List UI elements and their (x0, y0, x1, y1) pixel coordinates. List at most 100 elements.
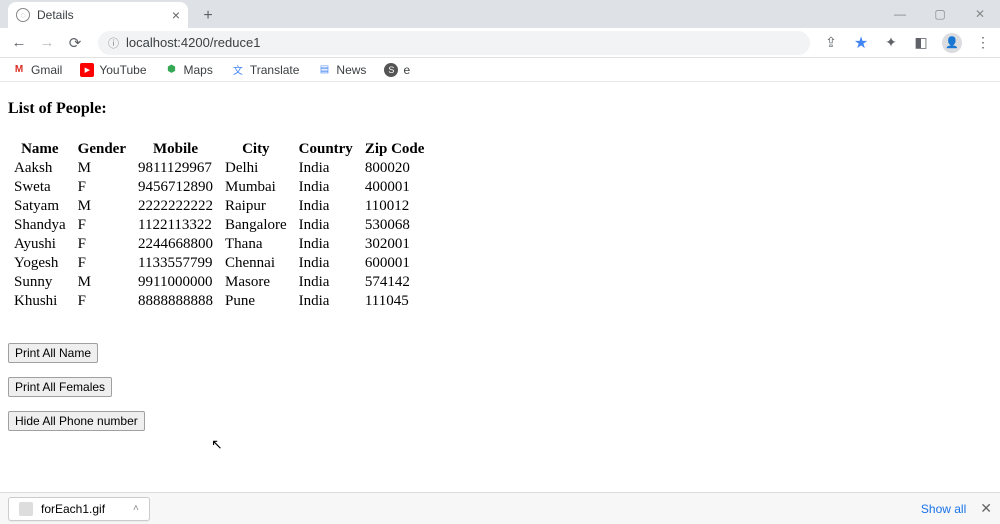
page-title: List of People: (8, 100, 992, 118)
cell-city: Raipur (219, 197, 293, 216)
cell-zip: 111045 (359, 292, 431, 311)
show-all-link[interactable]: Show all (921, 502, 966, 516)
people-table: Name Gender Mobile City Country Zip Code… (8, 140, 430, 311)
cell-name: Ayushi (8, 235, 72, 254)
cell-name: Sweta (8, 178, 72, 197)
address-bar[interactable]: ⓘ localhost:4200/reduce1 (98, 31, 810, 55)
col-gender: Gender (72, 140, 132, 159)
bookmark-star-icon[interactable]: ★ (852, 34, 870, 52)
reload-button[interactable]: ⟳ (64, 32, 86, 54)
side-panel-icon[interactable]: ◧ (912, 34, 930, 52)
cell-gender: F (72, 292, 132, 311)
col-zip: Zip Code (359, 140, 431, 159)
cell-city: Bangalore (219, 216, 293, 235)
gmail-icon: M (12, 63, 26, 77)
cell-city: Thana (219, 235, 293, 254)
minimize-button[interactable]: — (880, 0, 920, 28)
cell-country: India (293, 254, 359, 273)
hide-all-phone-button[interactable]: Hide All Phone number (8, 411, 145, 431)
cell-zip: 600001 (359, 254, 431, 273)
cell-city: Delhi (219, 159, 293, 178)
maximize-button[interactable]: ▢ (920, 0, 960, 28)
cell-zip: 302001 (359, 235, 431, 254)
cell-country: India (293, 197, 359, 216)
cell-gender: F (72, 235, 132, 254)
print-all-females-button[interactable]: Print All Females (8, 377, 112, 397)
close-icon[interactable]: ✕ (980, 500, 992, 517)
cell-country: India (293, 273, 359, 292)
bookmark-gmail[interactable]: M Gmail (12, 63, 62, 77)
url-text: localhost:4200/reduce1 (126, 35, 260, 50)
table-row: SwetaF9456712890MumbaiIndia400001 (8, 178, 430, 197)
cell-mobile: 9911000000 (132, 273, 219, 292)
new-tab-button[interactable]: + (196, 4, 220, 28)
extensions-icon[interactable]: ✦ (882, 34, 900, 52)
cell-name: Satyam (8, 197, 72, 216)
maps-icon: ⬢ (165, 63, 179, 77)
bookmark-translate[interactable]: 文 Translate (231, 63, 300, 77)
download-filename: forEach1.gif (41, 502, 105, 516)
print-all-name-button[interactable]: Print All Name (8, 343, 98, 363)
profile-avatar-icon[interactable]: 👤 (942, 33, 962, 53)
bookmark-label: Maps (184, 63, 213, 77)
bookmark-label: e (403, 63, 410, 77)
youtube-icon: ▶ (80, 63, 94, 77)
browser-tab[interactable]: ◌ Details × (8, 2, 188, 28)
cell-zip: 110012 (359, 197, 431, 216)
table-row: AakshM9811129967DelhiIndia800020 (8, 159, 430, 178)
tab-strip: ◌ Details × + — ▢ ✕ (0, 0, 1000, 28)
table-header-row: Name Gender Mobile City Country Zip Code (8, 140, 430, 159)
table-row: YogeshF1133557799ChennaiIndia600001 (8, 254, 430, 273)
cell-country: India (293, 216, 359, 235)
cell-city: Mumbai (219, 178, 293, 197)
bookmark-label: Translate (250, 63, 300, 77)
cell-gender: M (72, 197, 132, 216)
translate-icon: 文 (231, 63, 245, 77)
table-row: ShandyaF1122113322BangaloreIndia530068 (8, 216, 430, 235)
cell-zip: 530068 (359, 216, 431, 235)
back-button[interactable]: ← (8, 32, 30, 54)
cell-name: Yogesh (8, 254, 72, 273)
bookmark-maps[interactable]: ⬢ Maps (165, 63, 213, 77)
bookmark-e[interactable]: S e (384, 63, 410, 77)
cell-zip: 800020 (359, 159, 431, 178)
col-city: City (219, 140, 293, 159)
col-country: Country (293, 140, 359, 159)
table-row: KhushiF8888888888PuneIndia111045 (8, 292, 430, 311)
news-icon: ▤ (317, 63, 331, 77)
cell-mobile: 2222222222 (132, 197, 219, 216)
bookmark-label: Gmail (31, 63, 62, 77)
col-mobile: Mobile (132, 140, 219, 159)
cell-country: India (293, 292, 359, 311)
window-controls: — ▢ ✕ (880, 0, 1000, 28)
col-name: Name (8, 140, 72, 159)
cell-mobile: 1133557799 (132, 254, 219, 273)
cell-gender: M (72, 159, 132, 178)
cell-gender: F (72, 254, 132, 273)
table-row: SunnyM9911000000MasoreIndia574142 (8, 273, 430, 292)
close-window-button[interactable]: ✕ (960, 0, 1000, 28)
chevron-up-icon[interactable]: ˄ (133, 503, 139, 514)
downloads-bar: forEach1.gif ˄ Show all ✕ (0, 492, 1000, 524)
cell-mobile: 8888888888 (132, 292, 219, 311)
menu-icon[interactable]: ⋮ (974, 34, 992, 52)
globe-icon: ◌ (16, 8, 30, 22)
cell-city: Chennai (219, 254, 293, 273)
cell-mobile: 2244668800 (132, 235, 219, 254)
cell-country: India (293, 235, 359, 254)
close-icon[interactable]: × (172, 7, 180, 23)
forward-button[interactable]: → (36, 32, 58, 54)
cell-country: India (293, 178, 359, 197)
globe-icon: S (384, 63, 398, 77)
bookmark-label: YouTube (99, 63, 146, 77)
bookmarks-bar: M Gmail ▶ YouTube ⬢ Maps 文 Translate ▤ N… (0, 58, 1000, 82)
cell-zip: 400001 (359, 178, 431, 197)
bookmark-youtube[interactable]: ▶ YouTube (80, 63, 146, 77)
bookmark-news[interactable]: ▤ News (317, 63, 366, 77)
cell-gender: F (72, 216, 132, 235)
share-icon[interactable]: ⇪ (822, 34, 840, 52)
page-content: List of People: Name Gender Mobile City … (0, 82, 1000, 449)
table-row: SatyamM2222222222RaipurIndia110012 (8, 197, 430, 216)
cell-gender: M (72, 273, 132, 292)
download-item[interactable]: forEach1.gif ˄ (8, 497, 150, 521)
